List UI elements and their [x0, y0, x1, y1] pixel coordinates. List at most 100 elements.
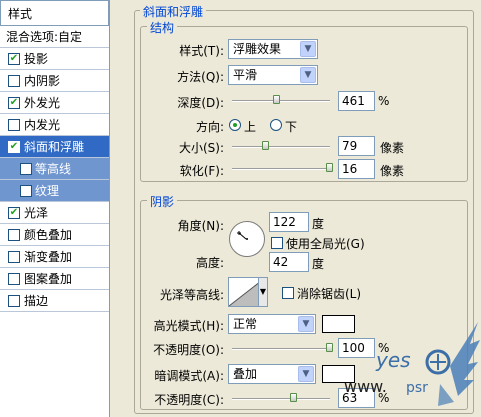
style-item-inner-glow[interactable]: 内发光: [0, 114, 109, 136]
highlight-opacity-slider[interactable]: [232, 348, 330, 350]
direction-down-label[interactable]: 下: [285, 118, 297, 135]
angle-unit: 度: [312, 217, 325, 231]
style-item-label: 光泽: [24, 206, 49, 220]
highlight-opacity-input[interactable]: 100: [338, 338, 375, 358]
wing-logo-icon: [425, 322, 480, 406]
altitude-unit: 度: [312, 257, 325, 271]
angle-label: 角度(N):: [177, 219, 224, 233]
angle-input[interactable]: 122: [269, 212, 309, 232]
checkbox-icon[interactable]: ✔: [8, 207, 20, 219]
shadow-opacity-slider-thumb[interactable]: [290, 393, 297, 402]
style-item-color-overlay[interactable]: 颜色叠加: [0, 224, 109, 246]
anti-alias-label[interactable]: 消除锯齿(L): [297, 285, 361, 302]
style-item-texture[interactable]: 纹理: [0, 180, 109, 202]
direction-label: 方向:: [195, 120, 224, 134]
size-slider-thumb[interactable]: [262, 141, 269, 150]
structure-title: 结构: [147, 19, 178, 36]
style-item-label: 投影: [24, 52, 49, 66]
anti-alias-checkbox[interactable]: [282, 287, 294, 299]
soften-label: 软化(F):: [179, 164, 224, 178]
depth-label: 深度(D):: [177, 96, 224, 110]
depth-slider[interactable]: [232, 100, 330, 102]
checkbox-icon[interactable]: ✔: [8, 97, 20, 109]
technique-label: 方法(Q):: [177, 70, 224, 84]
technique-select-value: 平滑: [233, 68, 258, 82]
style-item-label: 内发光: [24, 118, 61, 132]
watermark-text-yes: yes: [376, 348, 411, 372]
checkbox-icon[interactable]: [20, 185, 32, 197]
highlight-color-swatch[interactable]: [322, 315, 355, 333]
soften-slider[interactable]: [232, 168, 330, 170]
global-light-label[interactable]: 使用全局光(G): [286, 235, 365, 252]
checkbox-icon[interactable]: [8, 251, 20, 263]
style-item-outer-glow[interactable]: ✔ 外发光: [0, 92, 109, 114]
depth-input[interactable]: 461: [338, 91, 375, 111]
chevron-down-icon[interactable]: ▼: [298, 366, 314, 382]
technique-select[interactable]: 平滑 ▼: [228, 65, 318, 85]
shadow-opacity-slider[interactable]: [232, 398, 330, 400]
style-item-contour[interactable]: 等高线: [0, 158, 109, 180]
checkbox-icon[interactable]: [8, 75, 20, 87]
altitude-input[interactable]: 42: [269, 252, 309, 272]
depth-unit: %: [378, 94, 390, 108]
size-slider[interactable]: [232, 146, 330, 148]
checkbox-icon[interactable]: [8, 229, 20, 241]
style-item-label: 斜面和浮雕: [24, 140, 85, 154]
shadow-mode-select[interactable]: 叠加 ▼: [228, 364, 316, 384]
shadow-mode-label: 暗调模式(A):: [154, 369, 224, 383]
size-input[interactable]: 79: [338, 136, 375, 156]
style-item-drop-shadow[interactable]: ✔ 投影: [0, 48, 109, 70]
style-select[interactable]: 浮雕效果 ▼: [228, 39, 318, 59]
checkbox-icon[interactable]: [8, 295, 20, 307]
style-item-stroke[interactable]: 描边: [0, 290, 109, 312]
highlight-mode-select[interactable]: 正常 ▼: [228, 314, 316, 334]
direction-up-label[interactable]: 上: [244, 118, 256, 135]
shadow-mode-value: 叠加: [233, 367, 258, 381]
shading-title: 阴影: [147, 193, 178, 210]
style-item-label: 图案叠加: [24, 272, 73, 286]
chevron-down-icon[interactable]: ▼: [298, 316, 314, 332]
chevron-down-icon[interactable]: ▼: [258, 277, 268, 307]
highlight-mode-value: 正常: [233, 317, 258, 331]
highlight-opacity-label: 不透明度(O):: [153, 343, 224, 357]
direction-up-radio[interactable]: [229, 119, 241, 131]
soften-slider-thumb[interactable]: [326, 163, 333, 172]
checkbox-icon[interactable]: ✔: [8, 53, 20, 65]
style-item-label: 描边: [24, 294, 49, 308]
soften-unit: 像素: [380, 164, 405, 178]
style-label: 样式(T):: [179, 44, 224, 58]
style-item-label: 颜色叠加: [24, 228, 73, 242]
styles-list-panel: 样式 混合选项:自定 ✔ 投影 内阴影 ✔ 外发光 内发光 ✔ 斜面和浮雕 等高线 纹…: [0, 0, 110, 417]
chevron-down-icon[interactable]: ▼: [300, 41, 316, 57]
highlight-opacity-slider-thumb[interactable]: [326, 343, 333, 352]
checkbox-icon[interactable]: [8, 273, 20, 285]
angle-dial[interactable]: [229, 221, 265, 257]
checkbox-icon[interactable]: [8, 119, 20, 131]
style-item-gradient-overlay[interactable]: 渐变叠加: [0, 246, 109, 268]
style-item-pattern-overlay[interactable]: 图案叠加: [0, 268, 109, 290]
bevel-emboss-title: 斜面和浮雕: [140, 3, 207, 20]
style-item-bevel-emboss[interactable]: ✔ 斜面和浮雕: [0, 136, 109, 158]
chevron-down-icon[interactable]: ▼: [300, 67, 316, 83]
angle-crosshair-icon: [237, 231, 248, 240]
style-item-satin[interactable]: ✔ 光泽: [0, 202, 109, 224]
style-item-label: 纹理: [35, 184, 60, 198]
direction-down-radio[interactable]: [270, 119, 282, 131]
shadow-opacity-label: 不透明度(C):: [154, 393, 224, 407]
style-item-label: 渐变叠加: [24, 250, 73, 264]
style-item-label: 等高线: [35, 162, 72, 176]
watermark-text-www: www.: [344, 377, 387, 396]
size-label: 大小(S):: [178, 141, 224, 155]
soften-input[interactable]: 16: [338, 159, 375, 179]
depth-slider-thumb[interactable]: [273, 95, 280, 104]
blend-options-item[interactable]: 混合选项:自定: [0, 26, 109, 48]
style-item-label: 外发光: [24, 96, 61, 110]
checkbox-icon[interactable]: [20, 163, 32, 175]
global-light-checkbox[interactable]: [271, 237, 283, 249]
gloss-contour-label: 光泽等高线:: [159, 288, 224, 302]
style-item-inner-shadow[interactable]: 内阴影: [0, 70, 109, 92]
styles-header[interactable]: 样式: [0, 0, 109, 26]
style-item-label: 内阴影: [24, 74, 61, 88]
checkbox-icon[interactable]: ✔: [8, 141, 20, 153]
highlight-mode-label: 高光模式(H):: [153, 319, 224, 333]
